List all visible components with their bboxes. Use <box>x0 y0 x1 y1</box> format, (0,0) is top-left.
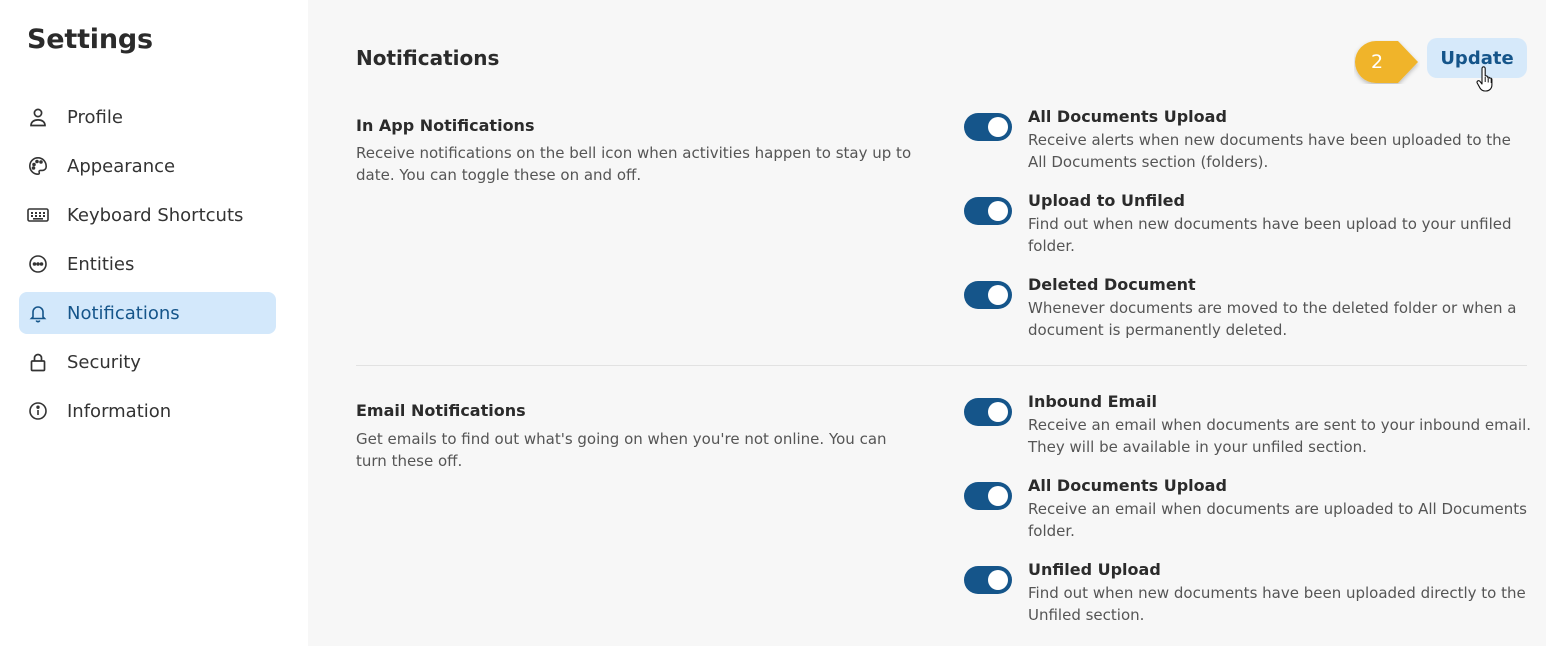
setting-description: Receive an email when documents are sent… <box>1028 416 1531 456</box>
sidebar-item-appearance[interactable]: Appearance <box>19 145 276 187</box>
toggle-knob <box>988 285 1008 305</box>
sidebar-item-profile[interactable]: Profile <box>19 96 276 138</box>
settings-nav: Profile Appearance Keyboard Shortcuts En… <box>19 96 276 439</box>
user-icon <box>27 106 49 128</box>
email-section-description: Get emails to find out what's going on w… <box>356 430 887 470</box>
sidebar-item-label: Appearance <box>67 155 176 177</box>
sidebar-item-label: Notifications <box>67 302 180 324</box>
toggle-switch[interactable] <box>964 113 1012 141</box>
sidebar-item-label: Keyboard Shortcuts <box>67 204 244 226</box>
bell-icon <box>27 302 49 324</box>
toggle-knob <box>988 117 1008 137</box>
sidebar-item-label: Profile <box>67 106 123 128</box>
setting-title: All Documents Upload <box>1028 107 1227 126</box>
toggle-knob <box>988 201 1008 221</box>
hand-cursor-icon <box>1476 66 1493 92</box>
toggle-knob <box>988 570 1008 590</box>
sidebar-item-label: Information <box>67 400 172 422</box>
setting-description: Receive alerts when new documents have b… <box>1028 131 1511 171</box>
setting-title: All Documents Upload <box>1028 476 1227 495</box>
lock-icon <box>27 351 49 373</box>
sidebar-title: Settings <box>27 24 153 55</box>
sidebar-item-keyboard-shortcuts[interactable]: Keyboard Shortcuts <box>19 194 276 236</box>
toggle-switch[interactable] <box>964 281 1012 309</box>
keyboard-icon <box>27 204 49 226</box>
palette-icon <box>27 155 49 177</box>
email-section-heading: Email Notifications <box>356 401 526 420</box>
in-app-section-heading: In App Notifications <box>356 116 535 135</box>
toggle-switch[interactable] <box>964 482 1012 510</box>
settings-sidebar: Settings Profile Appearance Keyboard Sho… <box>0 0 308 646</box>
setting-title: Deleted Document <box>1028 275 1196 294</box>
sidebar-item-information[interactable]: Information <box>19 390 276 432</box>
toggle-knob <box>988 402 1008 422</box>
setting-description: Whenever documents are moved to the dele… <box>1028 299 1517 339</box>
toggle-switch[interactable] <box>964 197 1012 225</box>
sidebar-item-label: Security <box>67 351 141 373</box>
step-badge-number: 2 <box>1370 51 1384 73</box>
toggle-knob <box>988 486 1008 506</box>
sidebar-item-label: Entities <box>67 253 135 275</box>
step-badge: 2 <box>1354 40 1420 84</box>
setting-title: Upload to Unfiled <box>1028 191 1185 210</box>
toggle-switch[interactable] <box>964 398 1012 426</box>
page-title: Notifications <box>356 46 500 70</box>
sidebar-item-security[interactable]: Security <box>19 341 276 383</box>
setting-description: Find out when new documents have been up… <box>1028 584 1526 624</box>
section-divider <box>356 365 1527 366</box>
sidebar-item-entities[interactable]: Entities <box>19 243 276 285</box>
setting-description: Find out when new documents have been up… <box>1028 215 1512 255</box>
setting-description: Receive an email when documents are uplo… <box>1028 500 1527 540</box>
info-icon <box>27 400 49 422</box>
in-app-section-description: Receive notifications on the bell icon w… <box>356 144 912 184</box>
sidebar-item-notifications[interactable]: Notifications <box>19 292 276 334</box>
toggle-switch[interactable] <box>964 566 1012 594</box>
setting-title: Inbound Email <box>1028 392 1157 411</box>
dots-circle-icon <box>27 253 49 275</box>
notifications-panel: Notifications 2 Update In App Notificati… <box>308 0 1546 646</box>
setting-title: Unfiled Upload <box>1028 560 1161 579</box>
